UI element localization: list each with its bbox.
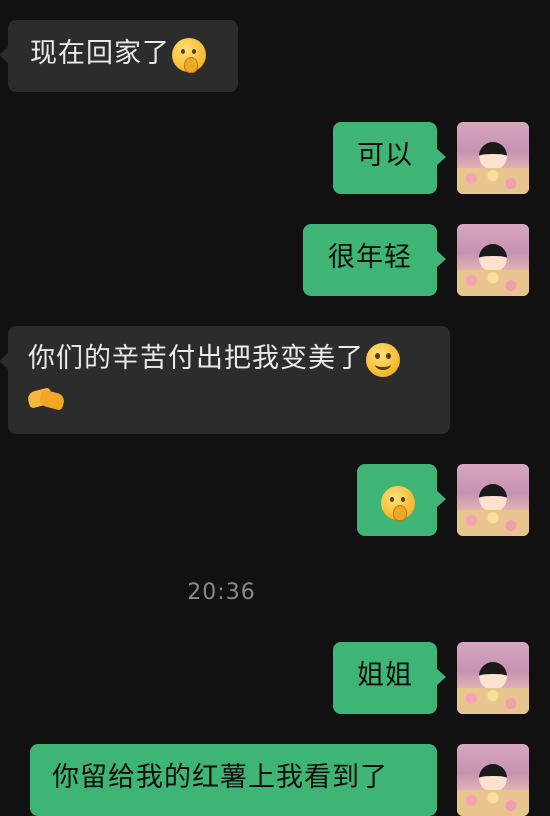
thinking-face-emoji-icon: [381, 485, 415, 521]
avatar-flowers: [457, 688, 529, 714]
message-bubble-outgoing[interactable]: [357, 464, 446, 536]
message-bubble-outgoing[interactable]: 可以: [333, 122, 446, 194]
user-avatar[interactable]: [457, 744, 529, 816]
avatar-character: [479, 142, 507, 170]
avatar-character: [479, 764, 507, 792]
avatar-flowers: [457, 168, 529, 194]
message-bubble-outgoing[interactable]: 很年轻: [303, 224, 446, 296]
message-text: 姐姐: [357, 660, 413, 691]
thinking-face-emoji-icon: [172, 37, 206, 73]
message-text: 你留给我的红薯上我看到了: [52, 762, 388, 793]
user-avatar[interactable]: [457, 464, 529, 536]
avatar-flowers: [457, 790, 529, 816]
user-avatar[interactable]: [457, 122, 529, 194]
smiling-face-emoji-icon: [366, 342, 400, 377]
avatar-character: [479, 484, 507, 512]
user-avatar[interactable]: [457, 224, 529, 296]
message-bubble-incoming[interactable]: 现在回家了: [0, 20, 238, 92]
message-text: 很年轻: [328, 242, 412, 273]
avatar-flowers: [457, 270, 529, 296]
handshake-emoji-icon: [28, 384, 64, 412]
message-text: 可以: [357, 140, 413, 171]
avatar-character: [479, 662, 507, 690]
avatar-flowers: [457, 510, 529, 536]
message-timestamp: 20:36: [187, 580, 256, 605]
message-bubble-outgoing[interactable]: 你留给我的红薯上我看到了: [30, 744, 437, 816]
message-text: 现在回家了: [30, 38, 170, 69]
user-avatar[interactable]: [457, 642, 529, 714]
message-bubble-incoming[interactable]: 你们的辛苦付出把我变美了: [0, 326, 450, 434]
message-text: 你们的辛苦付出把我变美了: [28, 343, 364, 374]
message-bubble-outgoing[interactable]: 姐姐: [333, 642, 446, 714]
avatar-character: [479, 244, 507, 272]
